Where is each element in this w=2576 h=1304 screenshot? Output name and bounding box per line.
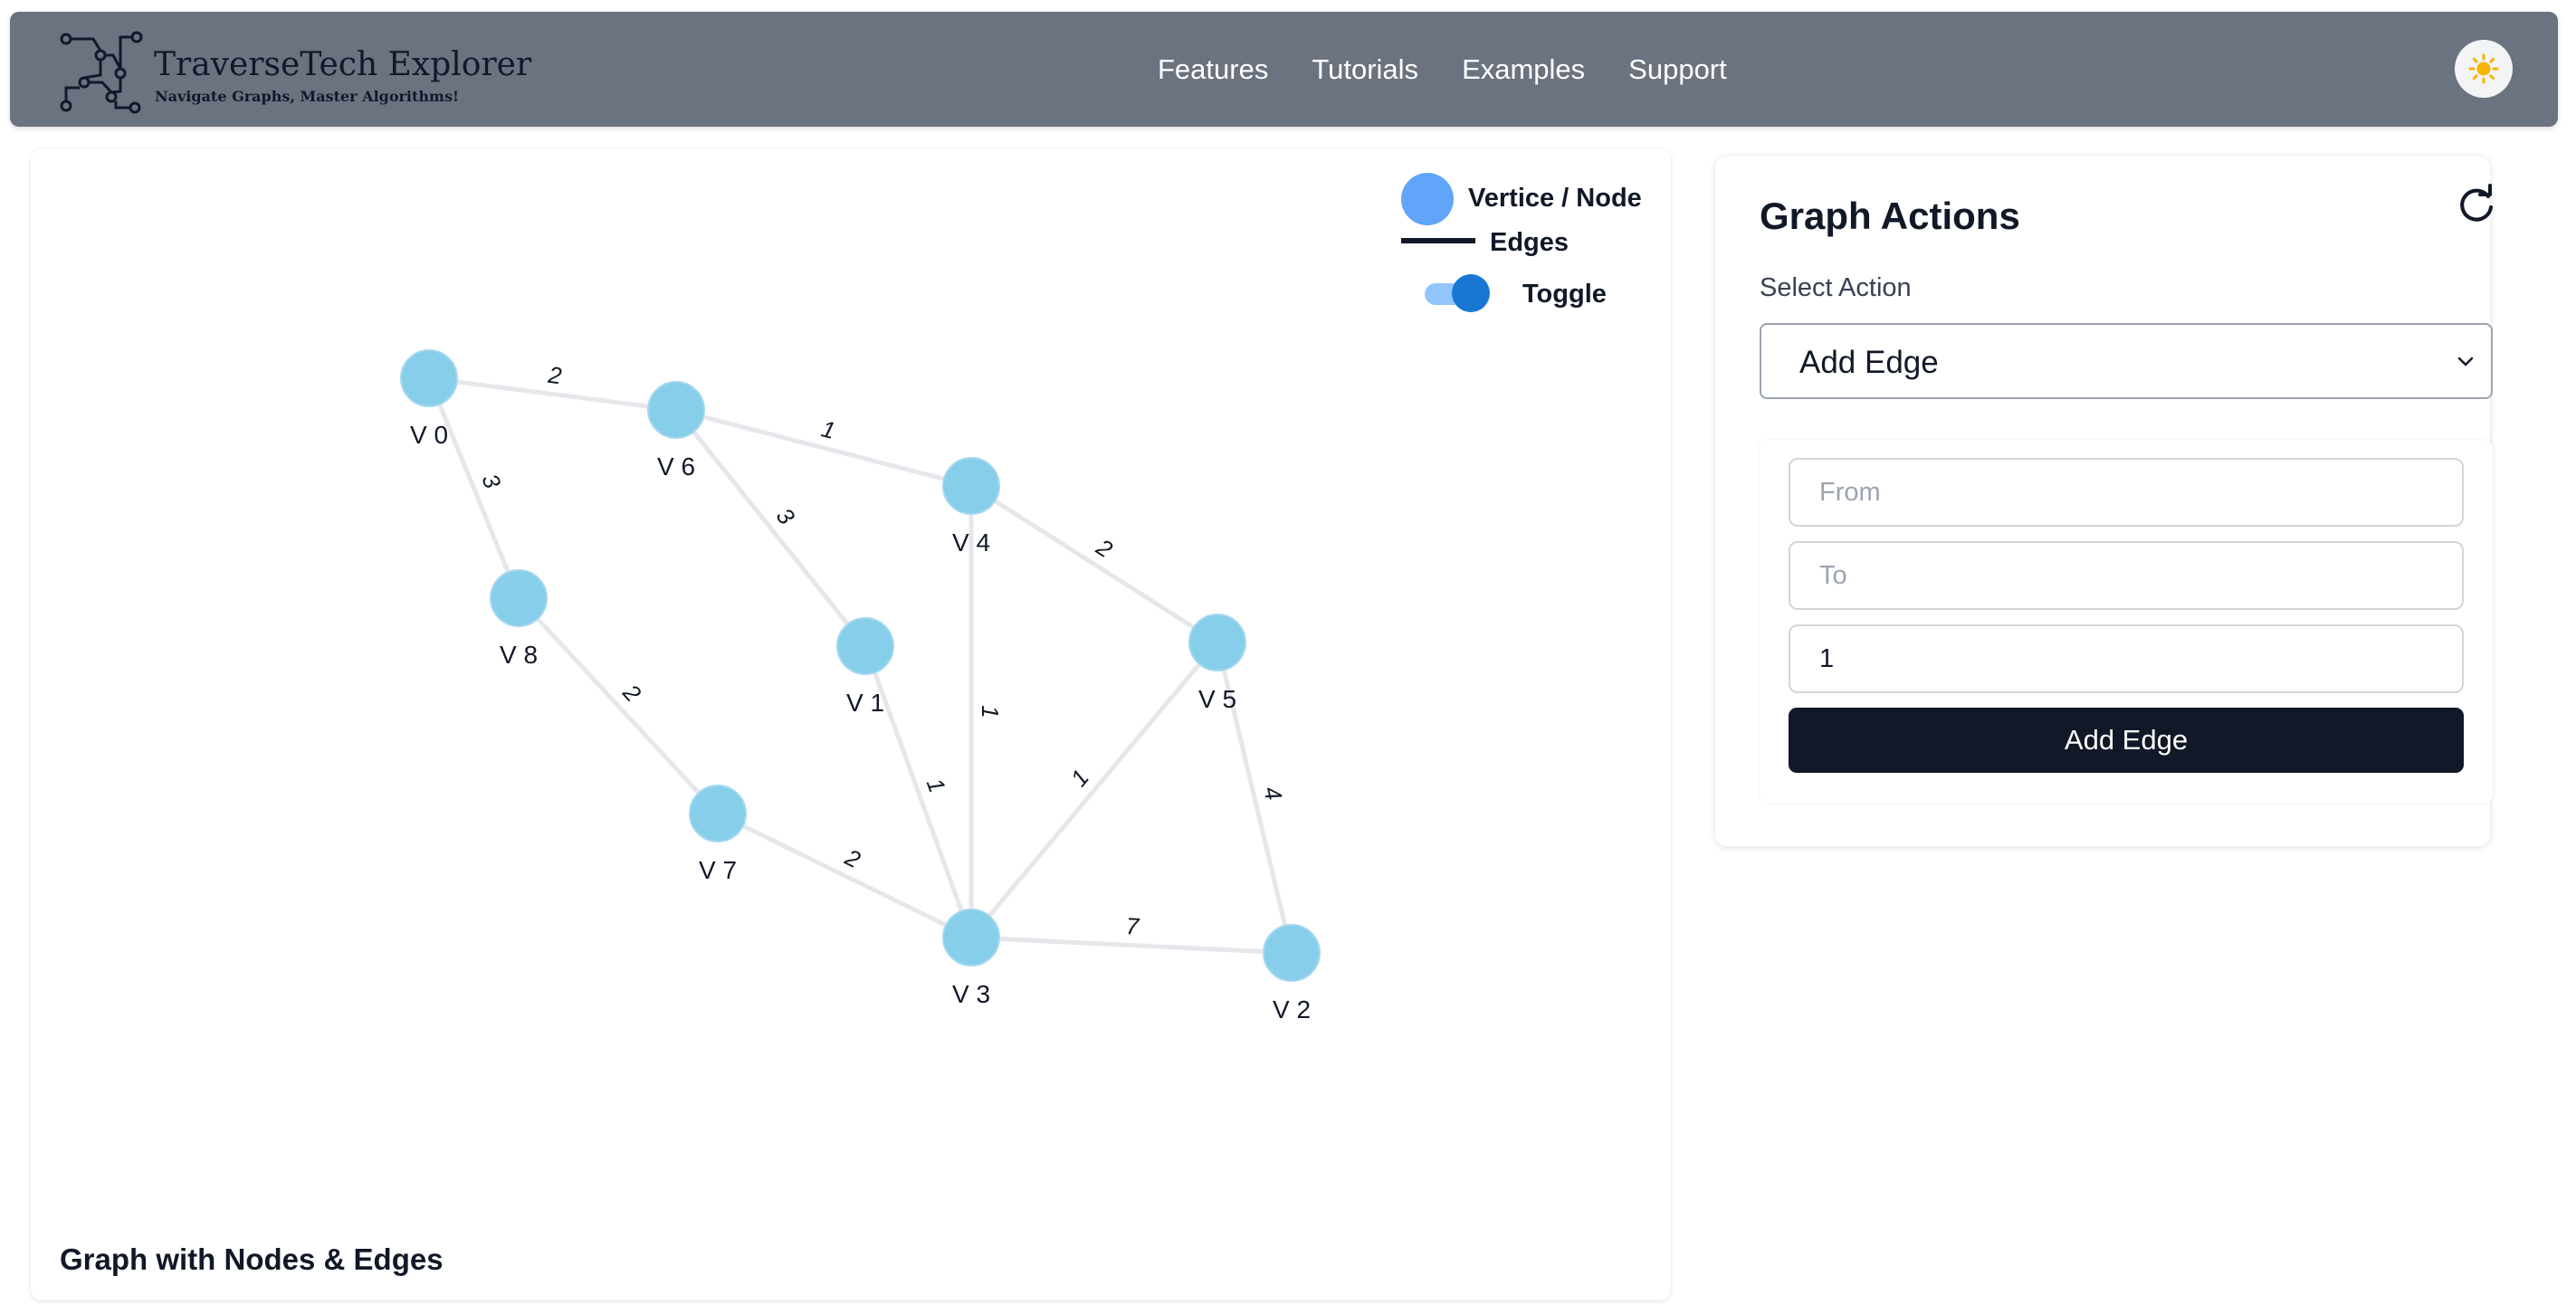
main-nav: Features Tutorials Examples Support [1158, 12, 1727, 127]
legend-node-label: Vertice / Node [1468, 184, 1642, 213]
node-label: V 5 [1198, 685, 1236, 713]
edge-weight-label: 2 [1091, 533, 1118, 564]
graph-node-v5[interactable]: V 5 [1188, 614, 1246, 713]
edge-V3-V5[interactable] [987, 662, 1201, 918]
refresh-icon[interactable] [2455, 184, 2498, 227]
circuit-graph-logo-icon[interactable] [57, 28, 146, 117]
graph-node-v0[interactable]: V 0 [400, 349, 458, 449]
graph-canvas-card: 2 3 1 3 2 1 2 1 1 4 2 7 V 0 V 6 V 4 V 8 V 1 V 5 V 7 V 3 V 2… [31, 149, 1671, 1300]
legend-toggle-label: Toggle [1522, 280, 1607, 309]
nav-link-examples[interactable]: Examples [1462, 53, 1585, 86]
node-circle[interactable] [689, 785, 747, 842]
chevron-down-icon [2457, 357, 2474, 366]
edge-weight-label: 7 [1125, 912, 1140, 940]
node-label: V 3 [952, 980, 990, 1008]
node-circle[interactable] [647, 381, 705, 439]
edge-V6-V1[interactable] [692, 430, 849, 625]
edge-weight-label: 2 [546, 361, 564, 390]
edge-weight-label: 1 [1065, 764, 1094, 791]
edge-weight-label: 3 [771, 502, 801, 529]
legend-edge-label: Edges [1490, 228, 1569, 257]
node-label: V 2 [1273, 995, 1311, 1023]
node-label: V 8 [500, 641, 538, 669]
node-circle[interactable] [942, 457, 1000, 515]
to-input[interactable] [1789, 541, 2464, 610]
edge-V7-V3[interactable] [741, 823, 947, 928]
node-label: V 0 [410, 421, 448, 449]
node-circle[interactable] [490, 569, 548, 627]
action-select-value: Add Edge [1799, 345, 1939, 380]
add-edge-button[interactable]: Add Edge [1789, 708, 2464, 773]
graph-caption: Graph with Nodes & Edges [60, 1242, 444, 1276]
node-circle[interactable] [942, 909, 1000, 966]
brand-title[interactable]: TraverseTech Explorer [154, 46, 531, 83]
legend-node-swatch [1401, 173, 1454, 225]
edge-weight-label: 1 [818, 414, 837, 444]
edge-V8-V7[interactable] [536, 617, 701, 795]
action-select[interactable]: Add Edge [1760, 323, 2493, 399]
edge-V3-V2[interactable] [998, 936, 1264, 955]
graph-node-v3[interactable]: V 3 [942, 909, 1000, 1008]
graph-node-v7[interactable]: V 7 [689, 785, 747, 884]
graph-legend: Vertice / Node Edges Toggle [1369, 160, 1667, 341]
node-label: V 1 [846, 689, 884, 717]
weight-input[interactable] [1789, 624, 2464, 693]
edge-weight-label: 4 [1258, 784, 1288, 803]
node-circle[interactable] [1263, 924, 1321, 982]
nav-link-features[interactable]: Features [1158, 53, 1268, 86]
top-navbar: TraverseTech Explorer Navigate Graphs, M… [10, 12, 2558, 127]
panel-title: Graph Actions [1760, 195, 2020, 237]
legend-toggle-switch[interactable] [1421, 272, 1492, 312]
edge-weight-label: 1 [921, 775, 951, 796]
graph-actions-panel: Graph Actions Select Action Add Edge Add… [1715, 157, 2493, 846]
legend-edge-swatch [1401, 238, 1475, 243]
edge-weight-label: 2 [840, 843, 865, 874]
edge-weight-label: 3 [476, 470, 506, 492]
theme-toggle-button[interactable] [2455, 40, 2513, 98]
graph-node-v2[interactable]: V 2 [1263, 924, 1321, 1023]
nav-link-tutorials[interactable]: Tutorials [1312, 53, 1418, 86]
graph-node-v8[interactable]: V 8 [490, 569, 548, 669]
graph-node-v4[interactable]: V 4 [942, 457, 1000, 557]
add-edge-form: Add Edge [1760, 440, 2493, 804]
nav-link-support[interactable]: Support [1628, 53, 1727, 86]
from-input[interactable] [1789, 458, 2464, 527]
edge-V0-V8[interactable] [437, 403, 510, 573]
node-circle[interactable] [1188, 614, 1246, 671]
node-label: V 6 [657, 452, 695, 481]
toggle-knob [1452, 274, 1490, 312]
select-action-label: Select Action [1760, 273, 1912, 302]
node-label: V 4 [952, 528, 990, 557]
node-label: V 7 [699, 856, 737, 884]
node-circle[interactable] [400, 349, 458, 407]
brand-tagline: Navigate Graphs, Master Algorithms! [155, 88, 459, 105]
edge-V4-V5[interactable] [993, 499, 1195, 629]
graph-node-v6[interactable]: V 6 [647, 381, 705, 481]
node-circle[interactable] [836, 617, 894, 675]
edge-weight-label: 1 [977, 705, 1004, 718]
sun-icon [2468, 53, 2499, 84]
edge-weight-label: 2 [617, 679, 647, 708]
edge-V1-V3[interactable] [873, 671, 964, 911]
